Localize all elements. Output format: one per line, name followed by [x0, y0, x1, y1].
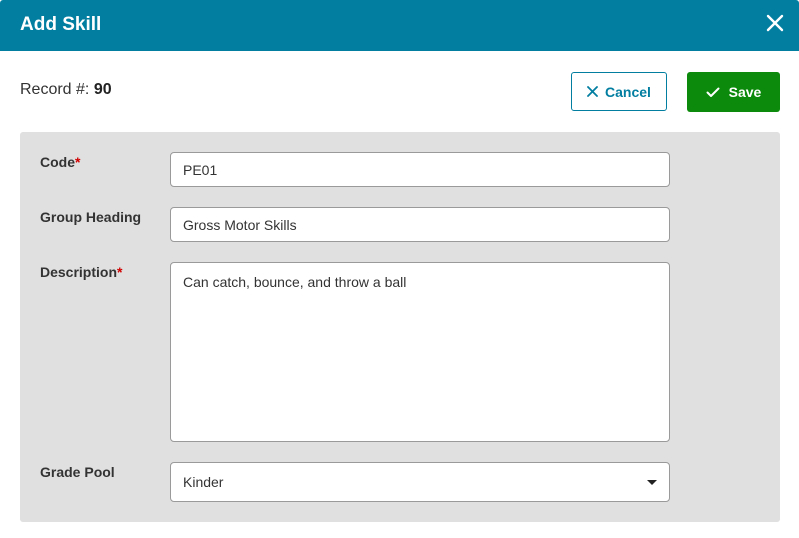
group-heading-value: Gross Motor Skills	[183, 216, 297, 233]
record-label: Record #:	[20, 81, 90, 98]
description-label: Description*	[40, 264, 122, 280]
add-skill-dialog: Add Skill Record #: 90 Cancel Save Code*	[0, 0, 799, 538]
save-label: Save	[728, 84, 762, 100]
group-heading-input[interactable]: Gross Motor Skills	[170, 207, 670, 242]
code-input[interactable]: PE01	[170, 152, 670, 187]
record-value: 90	[93, 81, 112, 98]
required-marker: *	[117, 264, 123, 280]
caret-down-icon	[647, 479, 657, 485]
code-value: PE01	[183, 161, 218, 178]
close-button[interactable]	[765, 13, 785, 33]
code-label-text: Code	[40, 154, 75, 170]
grade-pool-select[interactable]: Kinder	[170, 462, 670, 502]
code-label: Code*	[40, 154, 80, 170]
cancel-button[interactable]: Cancel	[571, 72, 667, 111]
grade-pool-label-text: Grade Pool	[40, 464, 115, 480]
group-heading-label-text: Group Heading	[40, 209, 142, 225]
check-icon	[706, 87, 720, 98]
grade-pool-label: Grade Pool	[40, 464, 115, 480]
record-number: Record #: 90	[20, 81, 112, 99]
description-value: Can catch, bounce, and throw a ball	[183, 274, 407, 290]
group-heading-label: Group Heading	[40, 209, 141, 225]
close-icon	[766, 14, 784, 32]
grade-pool-value: Kinder	[183, 474, 224, 490]
form-panel: Code* PE01 Group Heading Gross Motor Ski…	[20, 132, 780, 522]
save-button[interactable]: Save	[687, 72, 780, 112]
dialog-header: Add Skill	[0, 0, 799, 51]
description-label-text: Description	[40, 264, 118, 280]
required-marker: *	[75, 154, 81, 170]
description-textarea[interactable]: Can catch, bounce, and throw a ball	[170, 262, 670, 442]
close-icon	[587, 86, 598, 97]
cancel-label: Cancel	[605, 83, 651, 100]
dialog-title: Add Skill	[20, 14, 102, 35]
